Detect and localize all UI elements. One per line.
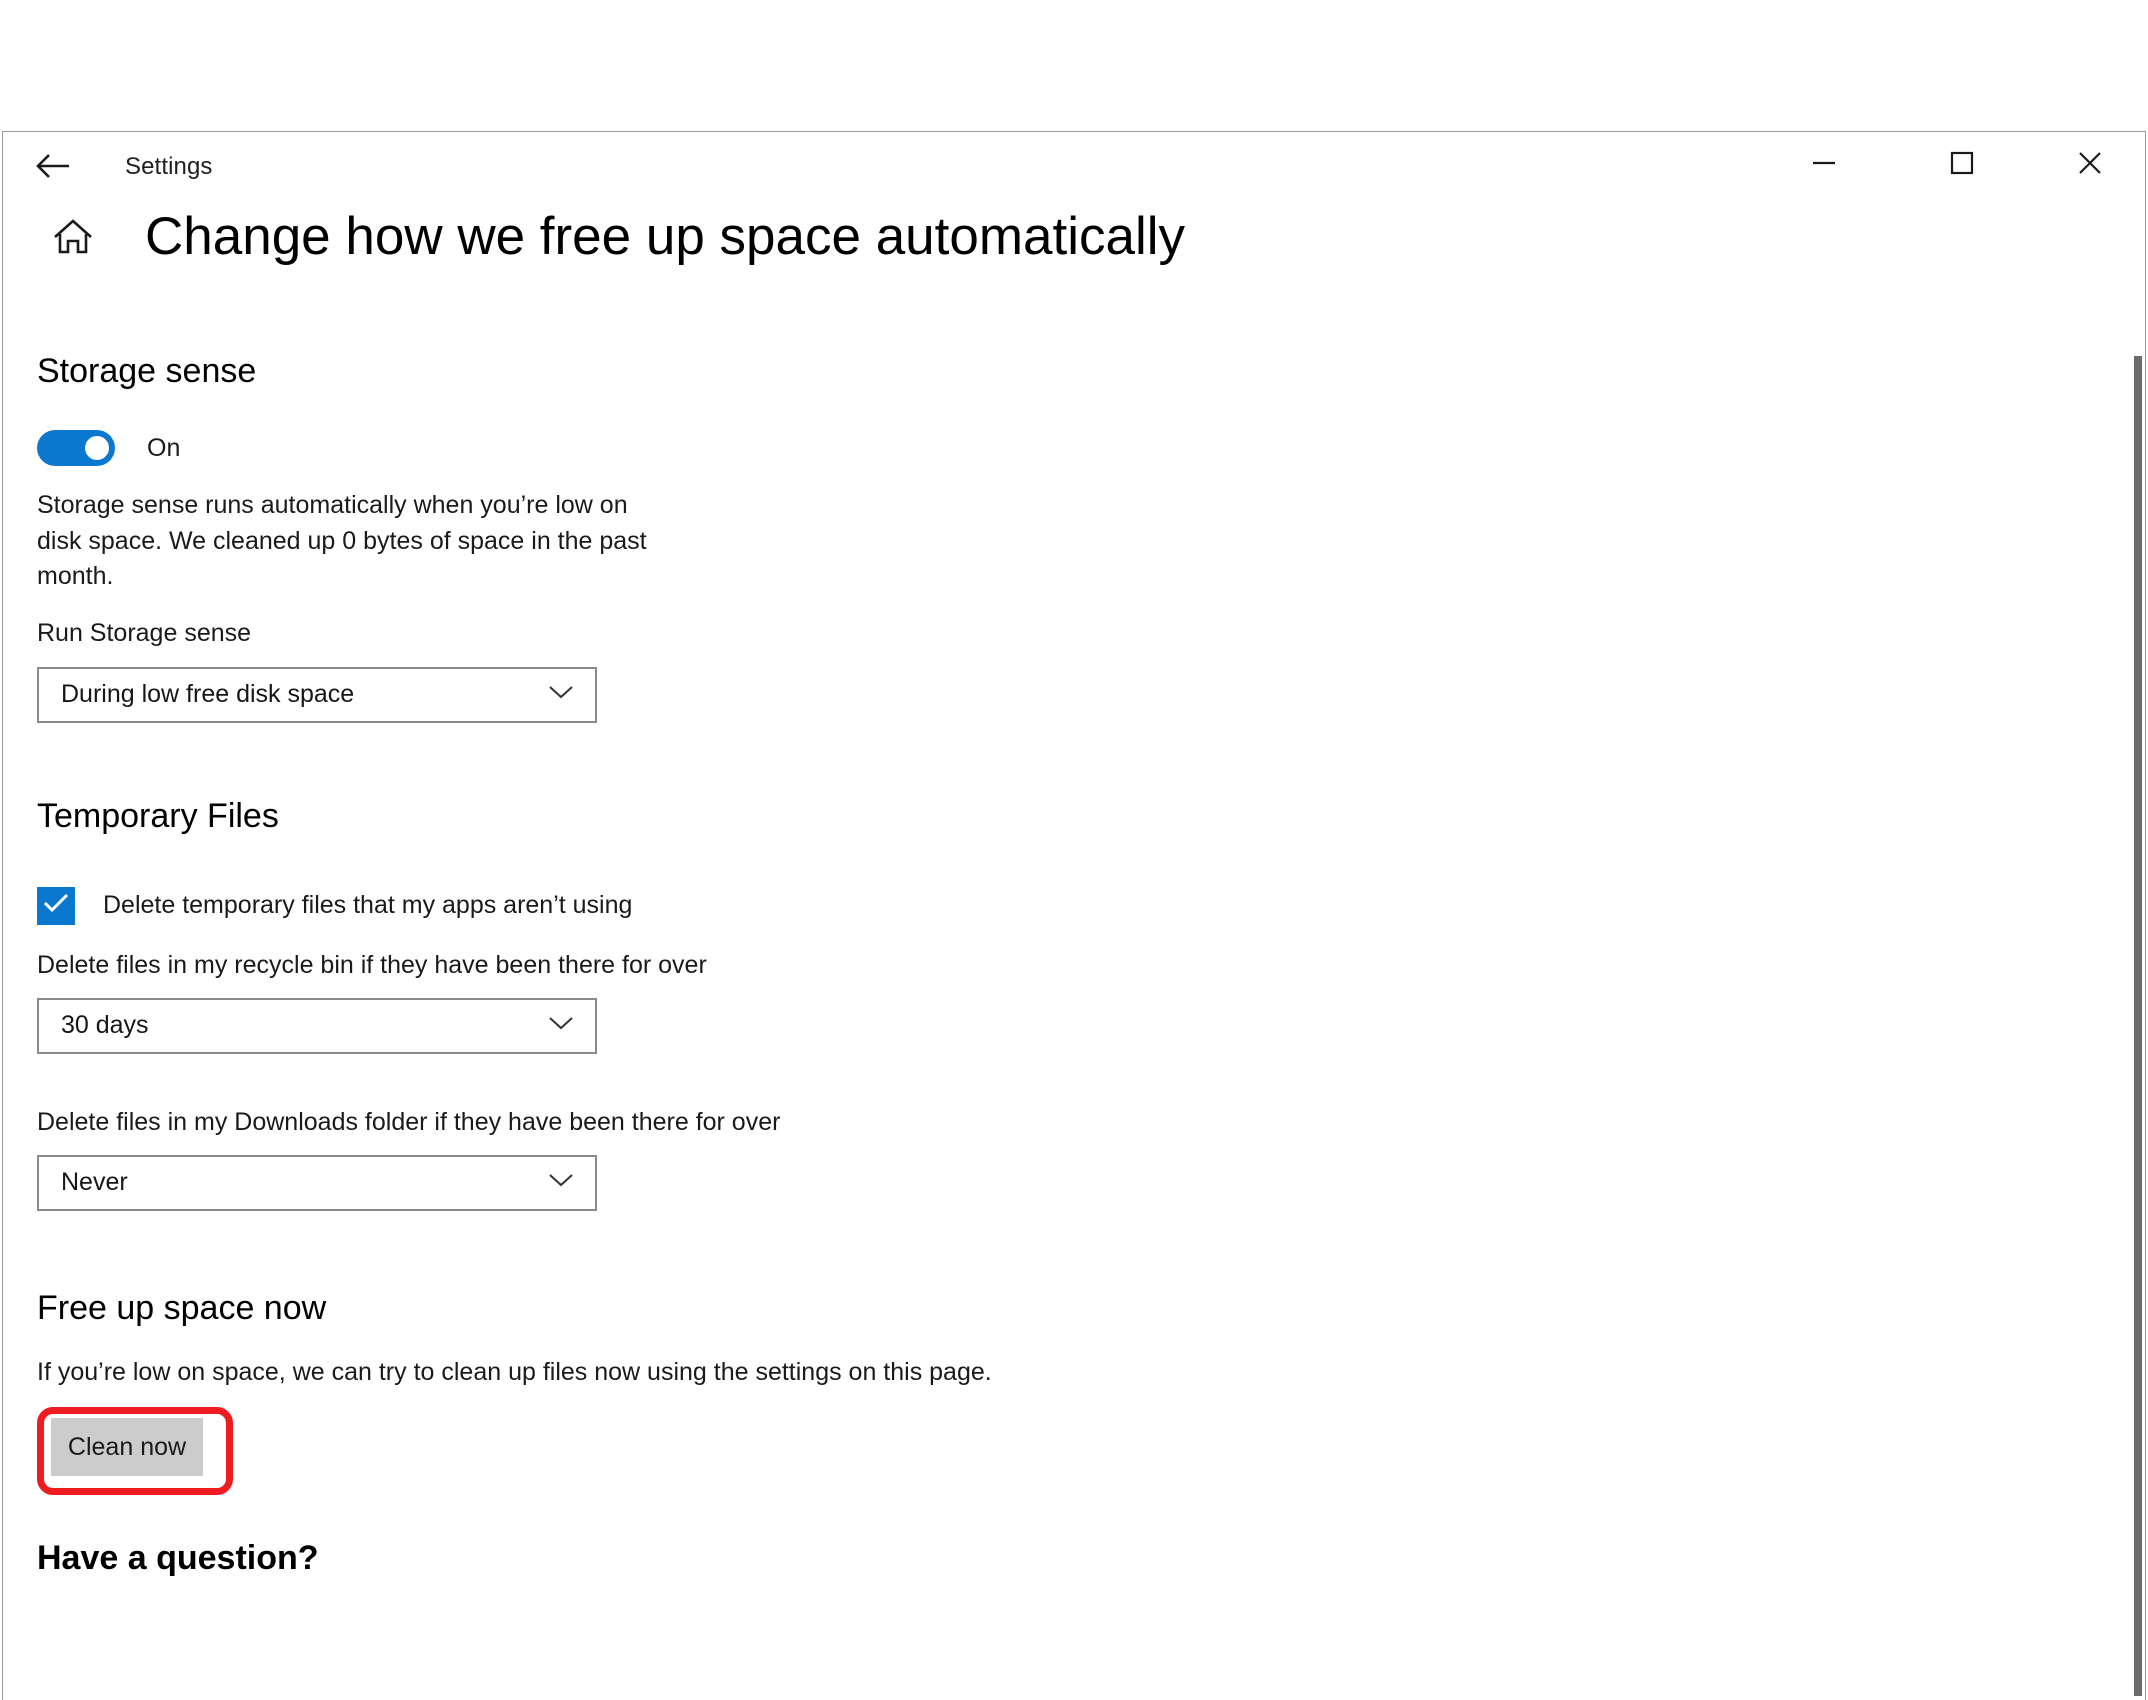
back-button[interactable] bbox=[25, 138, 83, 194]
settings-content: Storage sense On Storage sense runs auto… bbox=[3, 354, 2145, 1700]
storage-sense-toggle-label: On bbox=[147, 433, 181, 462]
clean-now-area: Clean now bbox=[37, 1407, 297, 1503]
temporary-files-heading: Temporary Files bbox=[37, 796, 279, 835]
clean-now-button[interactable]: Clean now bbox=[51, 1418, 203, 1476]
run-storage-sense-label: Run Storage sense bbox=[37, 618, 252, 647]
delete-temp-files-checkbox-row: Delete temporary files that my apps aren… bbox=[37, 886, 2145, 925]
storage-sense-toggle[interactable] bbox=[37, 430, 115, 466]
run-storage-sense-value: During low free disk space bbox=[61, 680, 355, 708]
free-up-space-heading: Free up space now bbox=[37, 1288, 327, 1327]
delete-temp-files-checkbox[interactable] bbox=[37, 886, 75, 925]
toggle-knob bbox=[85, 436, 109, 460]
downloads-folder-value: Never bbox=[61, 1168, 128, 1196]
downloads-folder-label: Delete files in my Downloads folder if t… bbox=[37, 1107, 781, 1136]
page-title: Change how we free up space automaticall… bbox=[145, 207, 1185, 266]
chevron-down-icon bbox=[547, 1014, 575, 1037]
chevron-down-icon bbox=[547, 1171, 575, 1194]
minimize-icon bbox=[1811, 156, 1837, 170]
free-up-space-description: If you’re low on space, we can try to cl… bbox=[37, 1357, 992, 1386]
scrollbar-thumb[interactable] bbox=[2134, 356, 2142, 1696]
storage-sense-description: Storage sense runs automatically when yo… bbox=[37, 491, 647, 590]
recycle-bin-label: Delete files in my recycle bin if they h… bbox=[37, 950, 707, 979]
title-bar: Settings bbox=[3, 132, 2145, 202]
storage-sense-toggle-row: On bbox=[37, 430, 2145, 466]
close-icon bbox=[2077, 150, 2103, 176]
close-button[interactable] bbox=[2045, 132, 2135, 194]
chevron-down-icon bbox=[547, 683, 575, 706]
delete-temp-files-label: Delete temporary files that my apps aren… bbox=[103, 891, 633, 919]
app-title: Settings bbox=[125, 153, 213, 180]
run-storage-sense-dropdown[interactable]: During low free disk space bbox=[37, 666, 597, 723]
scrollbar-track[interactable] bbox=[2127, 132, 2145, 1700]
recycle-bin-dropdown[interactable]: 30 days bbox=[37, 997, 597, 1054]
back-arrow-icon bbox=[36, 152, 72, 180]
recycle-bin-value: 30 days bbox=[61, 1011, 149, 1039]
settings-window: Settings Change how we free up space aut… bbox=[2, 131, 2146, 1700]
checkmark-icon bbox=[42, 892, 70, 919]
maximize-icon bbox=[1950, 151, 1974, 175]
maximize-button[interactable] bbox=[1917, 132, 2007, 194]
home-icon[interactable] bbox=[51, 215, 95, 259]
page-header: Change how we free up space automaticall… bbox=[3, 210, 1185, 263]
storage-sense-heading: Storage sense bbox=[37, 352, 257, 390]
downloads-folder-dropdown[interactable]: Never bbox=[37, 1154, 597, 1211]
minimize-button[interactable] bbox=[1779, 132, 1869, 194]
have-a-question-heading: Have a question? bbox=[37, 1539, 319, 1577]
